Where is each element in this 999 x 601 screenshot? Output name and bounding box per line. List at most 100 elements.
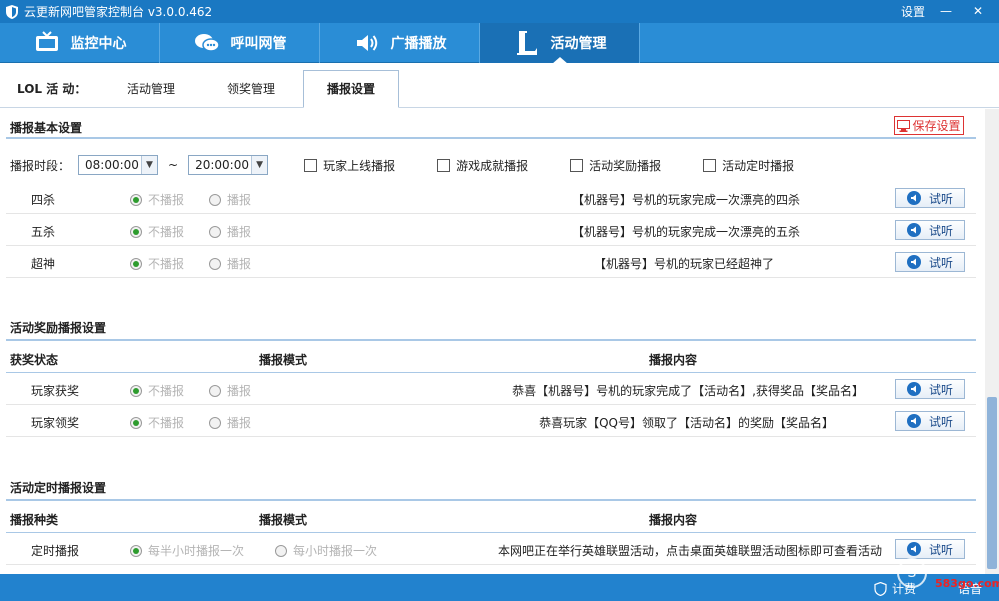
section-divider — [6, 499, 976, 501]
radio-no-broadcast[interactable]: 不播报 — [130, 255, 184, 272]
radio-broadcast[interactable]: 播报 — [209, 191, 251, 208]
row-name: 四杀 — [31, 193, 56, 207]
radio-dot[interactable] — [130, 384, 142, 397]
radio-no-broadcast[interactable]: 不播报 — [130, 223, 184, 240]
broadcast-message: 恭喜玩家【QQ号】领取了【活动名】的奖励【奖品名】 — [539, 416, 834, 430]
watermark-logo-icon: S — [897, 558, 927, 588]
listen-button[interactable]: 试听 — [895, 220, 965, 240]
speaker-icon — [906, 223, 921, 237]
listen-label: 试听 — [928, 223, 953, 238]
section-title-timed: 活动定时播报设置 — [10, 481, 107, 495]
radio-dot[interactable] — [130, 544, 142, 557]
start-time-picker[interactable]: 08:00:00 ▼ — [78, 155, 159, 175]
radio-label: 不播报 — [148, 416, 185, 430]
checkbox-activity-reward[interactable]: 活动奖励播报 — [570, 157, 661, 174]
radio-dot[interactable] — [130, 225, 142, 238]
listen-button[interactable]: 试听 — [895, 188, 965, 208]
close-button[interactable]: ✕ — [967, 0, 989, 23]
start-time-value: 08:00:00 — [85, 158, 139, 172]
monitor-icon — [897, 119, 911, 132]
listen-button[interactable]: 试听 — [895, 539, 965, 559]
radio-label: 每小时播报一次 — [293, 544, 378, 558]
chevron-down-icon[interactable]: ▼ — [141, 156, 158, 174]
section-title-basic: 播报基本设置 — [10, 121, 83, 135]
nav-activity-management[interactable]: 活动管理 — [480, 23, 640, 64]
shield-icon — [874, 581, 887, 596]
window-title: 云更新网吧管家控制台 v3.0.0.462 — [24, 5, 213, 19]
row-name: 玩家领奖 — [31, 416, 80, 430]
listen-button[interactable]: 试听 — [895, 379, 965, 399]
listen-label: 试听 — [928, 382, 953, 397]
radio-dot[interactable] — [130, 416, 142, 429]
listen-button[interactable]: 试听 — [895, 411, 965, 431]
listen-label: 试听 — [928, 191, 953, 206]
nav-broadcast[interactable]: 广播播放 — [320, 23, 480, 63]
settings-link[interactable]: 设置 — [901, 3, 925, 20]
tab-prize-management[interactable]: 领奖管理 — [203, 71, 299, 108]
radio-label: 播报 — [227, 416, 252, 430]
minimize-button[interactable]: — — [935, 0, 957, 23]
checkbox-box[interactable] — [703, 158, 717, 172]
speaker-icon — [353, 30, 381, 56]
checkbox-box[interactable] — [437, 158, 451, 172]
speaker-icon — [906, 542, 921, 556]
title-bar: 云更新网吧管家控制台 v3.0.0.462 设置 — ✕ — [0, 0, 999, 23]
radio-dot[interactable] — [130, 193, 142, 206]
column-header-type: 播报种类 — [10, 513, 59, 527]
radio-label: 不播报 — [148, 257, 185, 271]
header-divider — [6, 532, 976, 533]
table-row: 玩家领奖 不播报 播报 恭喜玩家【QQ号】领取了【活动名】的奖励【奖品名】 试听 — [6, 406, 976, 437]
checkbox-box[interactable] — [570, 158, 584, 172]
radio-broadcast[interactable]: 播报 — [209, 382, 251, 399]
row-name: 玩家获奖 — [31, 384, 80, 398]
lol-activity-label: LOL 活 动： — [17, 82, 87, 96]
checkbox-activity-timed[interactable]: 活动定时播报 — [703, 157, 794, 174]
broadcast-message: 本网吧正在举行英雄联盟活动，点击桌面英雄联盟活动图标即可查看活动 — [497, 544, 882, 558]
radio-broadcast[interactable]: 播报 — [209, 223, 251, 240]
radio-broadcast[interactable]: 播报 — [209, 255, 251, 272]
table-row: 定时播报 每半小时播报一次 每小时播报一次 本网吧正在举行英雄联盟活动，点击桌面… — [6, 534, 976, 565]
column-header-mode: 播报模式 — [259, 513, 308, 527]
speaker-icon — [906, 191, 921, 205]
radio-dot[interactable] — [275, 544, 287, 557]
column-header-status: 获奖状态 — [10, 353, 59, 367]
radio-dot[interactable] — [209, 225, 221, 238]
watermark-text: 583go.com — [935, 577, 999, 590]
radio-dot[interactable] — [209, 416, 221, 429]
radio-label: 播报 — [227, 384, 252, 398]
checkbox-box[interactable] — [304, 158, 318, 172]
nav-monitor-center[interactable]: 监控中心 — [0, 23, 160, 63]
checkbox-game-achievement[interactable]: 游戏成就播报 — [437, 157, 528, 174]
tab-activity-management[interactable]: 活动管理 — [103, 71, 199, 108]
lol-logo-icon — [513, 30, 541, 56]
scrollbar-thumb[interactable] — [987, 397, 997, 569]
period-label: 播报时段： — [10, 158, 71, 173]
checkbox-label: 游戏成就播报 — [456, 158, 529, 173]
radio-no-broadcast[interactable]: 不播报 — [130, 382, 184, 399]
checkbox-player-online[interactable]: 玩家上线播报 — [304, 157, 395, 174]
nav-call-admin[interactable]: 呼叫网管 — [160, 23, 320, 63]
radio-no-broadcast[interactable]: 不播报 — [130, 414, 184, 431]
chevron-down-icon[interactable]: ▼ — [251, 156, 268, 174]
speaker-icon — [906, 382, 921, 396]
row-name: 定时播报 — [31, 544, 80, 558]
broadcast-message: 恭喜【机器号】号机的玩家完成了【活动名】,获得奖品【奖品名】 — [512, 384, 864, 398]
end-time-picker[interactable]: 20:00:00 ▼ — [188, 155, 269, 175]
radio-no-broadcast[interactable]: 不播报 — [130, 191, 184, 208]
radio-dot[interactable] — [209, 193, 221, 206]
content-panel: 播报基本设置 保存设置 播报时段： 08:00:00 ▼ ~ 20:00:00 … — [0, 109, 985, 574]
radio-dot[interactable] — [209, 257, 221, 270]
radio-every-hour[interactable]: 每小时播报一次 — [275, 542, 377, 559]
vertical-scrollbar[interactable] — [985, 109, 999, 574]
radio-dot[interactable] — [130, 257, 142, 270]
radio-dot[interactable] — [209, 384, 221, 397]
tab-broadcast-settings[interactable]: 播报设置 — [303, 70, 399, 108]
nav-label: 呼叫网管 — [230, 36, 287, 52]
save-settings-button[interactable]: 保存设置 — [894, 116, 964, 135]
listen-label: 试听 — [928, 414, 953, 429]
listen-button[interactable]: 试听 — [895, 252, 965, 272]
table-row: 超神 不播报 播报 【机器号】号机的玩家已经超神了 试听 — [6, 247, 976, 278]
radio-label: 播报 — [227, 225, 252, 239]
radio-every-half-hour[interactable]: 每半小时播报一次 — [130, 542, 244, 559]
radio-broadcast[interactable]: 播报 — [209, 414, 251, 431]
